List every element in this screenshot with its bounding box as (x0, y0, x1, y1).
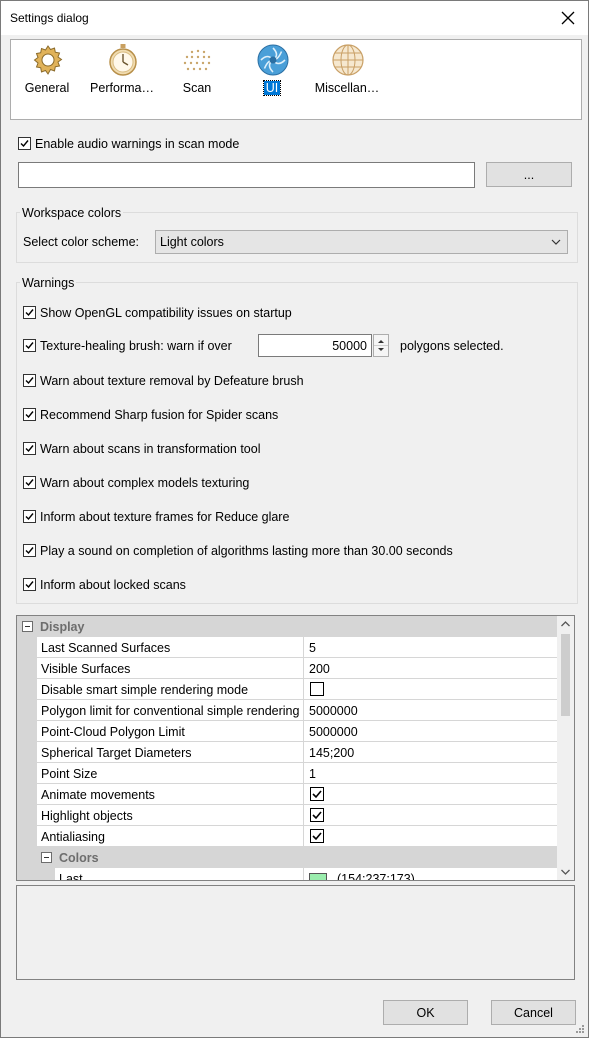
tab-general[interactable]: General (11, 43, 83, 103)
enable-audio-warnings-label: Enable audio warnings in scan mode (35, 137, 240, 151)
grid-row[interactable]: Highlight objects (17, 805, 558, 826)
property-checkbox[interactable] (310, 682, 324, 696)
checkmark-icon (25, 479, 34, 487)
polygon-count-input[interactable]: 50000 (258, 334, 372, 357)
category-colors[interactable]: Colors (17, 847, 558, 868)
texture-healing-warning-label: Texture-healing brush: warn if over (40, 339, 232, 353)
grid-row[interactable]: Last Scanned Surfaces 5 (17, 637, 558, 658)
defeature-brush-warning-label: Warn about texture removal by Defeature … (40, 374, 304, 388)
checkmark-icon (25, 547, 34, 555)
checkmark-icon (25, 513, 34, 521)
checkmark-icon (25, 581, 34, 589)
tab-performance[interactable]: Performa… (86, 43, 158, 103)
settings-dialog: Settings dialog General Performa… Scan U… (0, 0, 589, 1038)
show-opengl-issues-label: Show OpenGL compatibility issues on star… (40, 306, 292, 320)
polygon-count-stepper[interactable] (373, 334, 389, 357)
grid-row[interactable]: Point Size 1 (17, 763, 558, 784)
grid-row-last-color[interactable]: Last (154;237;173) (17, 868, 558, 880)
grid-row[interactable]: Visible Surfaces 200 (17, 658, 558, 679)
scroll-thumb[interactable] (561, 634, 570, 716)
gear-icon (33, 45, 63, 75)
stopwatch-icon (109, 44, 137, 76)
window-title: Settings dialog (10, 11, 89, 25)
browse-button[interactable]: ... (486, 162, 572, 187)
title-bar: Settings dialog (1, 1, 588, 35)
workspace-colors-label: Workspace colors (20, 206, 124, 220)
tab-miscellaneous[interactable]: Miscellan… (311, 43, 383, 103)
collapse-icon[interactable] (22, 621, 33, 632)
scroll-up-icon[interactable] (557, 616, 574, 632)
reduce-glare-frames-label: Inform about texture frames for Reduce g… (40, 510, 290, 524)
property-grid: Display Last Scanned Surfaces 5 Visible Su… (16, 615, 575, 881)
warnings-label: Warnings (20, 276, 77, 290)
checkmark-icon (25, 445, 34, 453)
property-checkbox[interactable] (310, 829, 324, 843)
show-opengl-issues-checkbox[interactable] (23, 306, 36, 319)
texture-healing-warning-checkbox[interactable] (23, 339, 36, 352)
grid-row[interactable]: Spherical Target Diameters 145;200 (17, 742, 558, 763)
sharp-fusion-recommend-label: Recommend Sharp fusion for Spider scans (40, 408, 279, 422)
spinner-arrows-icon (374, 340, 388, 351)
category-tabs: General Performa… Scan UI Miscellan… (10, 39, 582, 120)
grid-row[interactable]: Polygon limit for conventional simple re… (17, 700, 558, 721)
tab-ui[interactable]: UI (236, 43, 308, 103)
ui-aperture-icon (257, 44, 289, 76)
close-icon (561, 11, 575, 25)
complex-texturing-warning-checkbox[interactable] (23, 476, 36, 489)
tab-label: General (24, 81, 70, 95)
resize-grip-icon[interactable] (575, 1024, 585, 1034)
category-display[interactable]: Display (17, 616, 558, 637)
property-description-panel (16, 885, 575, 980)
algorithm-sound-checkbox[interactable] (23, 544, 36, 557)
reduce-glare-frames-checkbox[interactable] (23, 510, 36, 523)
checkmark-icon (20, 140, 29, 148)
transformation-tool-warning-label: Warn about scans in transformation tool (40, 442, 261, 456)
property-checkbox[interactable] (310, 787, 324, 801)
checkmark-icon (312, 790, 322, 799)
property-checkbox[interactable] (310, 808, 324, 822)
ok-button[interactable]: OK (383, 1000, 468, 1025)
tab-label: Miscellan… (314, 81, 380, 95)
cancel-button[interactable]: Cancel (491, 1000, 576, 1025)
checkmark-icon (25, 377, 34, 385)
grid-row[interactable]: Point-Cloud Polygon Limit 5000000 (17, 721, 558, 742)
scroll-down-icon[interactable] (557, 864, 574, 880)
transformation-tool-warning-checkbox[interactable] (23, 442, 36, 455)
checkmark-icon (312, 832, 322, 841)
close-button[interactable] (554, 5, 582, 31)
grid-row[interactable]: Disable smart simple rendering mode (17, 679, 558, 700)
enable-audio-warnings-checkbox[interactable] (18, 137, 31, 150)
collapse-icon[interactable] (41, 852, 52, 863)
sharp-fusion-recommend-checkbox[interactable] (23, 408, 36, 421)
chevron-down-icon (551, 239, 561, 245)
color-scheme-label: Select color scheme: (23, 235, 140, 249)
color-swatch (309, 873, 327, 880)
grid-row[interactable]: Animate movements (17, 784, 558, 805)
polygons-selected-label: polygons selected. (400, 339, 504, 353)
checkmark-icon (312, 811, 322, 820)
complex-texturing-warning-label: Warn about complex models texturing (40, 476, 250, 490)
color-scheme-select[interactable]: Light colors (155, 230, 568, 254)
tab-label: UI (262, 80, 282, 96)
tab-scan[interactable]: Scan (161, 43, 233, 103)
tab-label: Scan (182, 81, 212, 95)
dots-grid-icon (183, 49, 211, 71)
defeature-brush-warning-checkbox[interactable] (23, 374, 36, 387)
locked-scans-inform-checkbox[interactable] (23, 578, 36, 591)
checkmark-icon (25, 342, 34, 350)
grid-vertical-scrollbar[interactable] (557, 616, 574, 880)
locked-scans-inform-label: Inform about locked scans (40, 578, 186, 592)
globe-icon (332, 44, 364, 76)
checkmark-icon (25, 309, 34, 317)
grid-row[interactable]: Antialiasing (17, 826, 558, 847)
audio-file-path-input[interactable] (18, 162, 475, 188)
checkmark-icon (25, 411, 34, 419)
tab-label: Performa… (90, 81, 154, 95)
algorithm-sound-label: Play a sound on completion of algorithms… (40, 544, 453, 558)
